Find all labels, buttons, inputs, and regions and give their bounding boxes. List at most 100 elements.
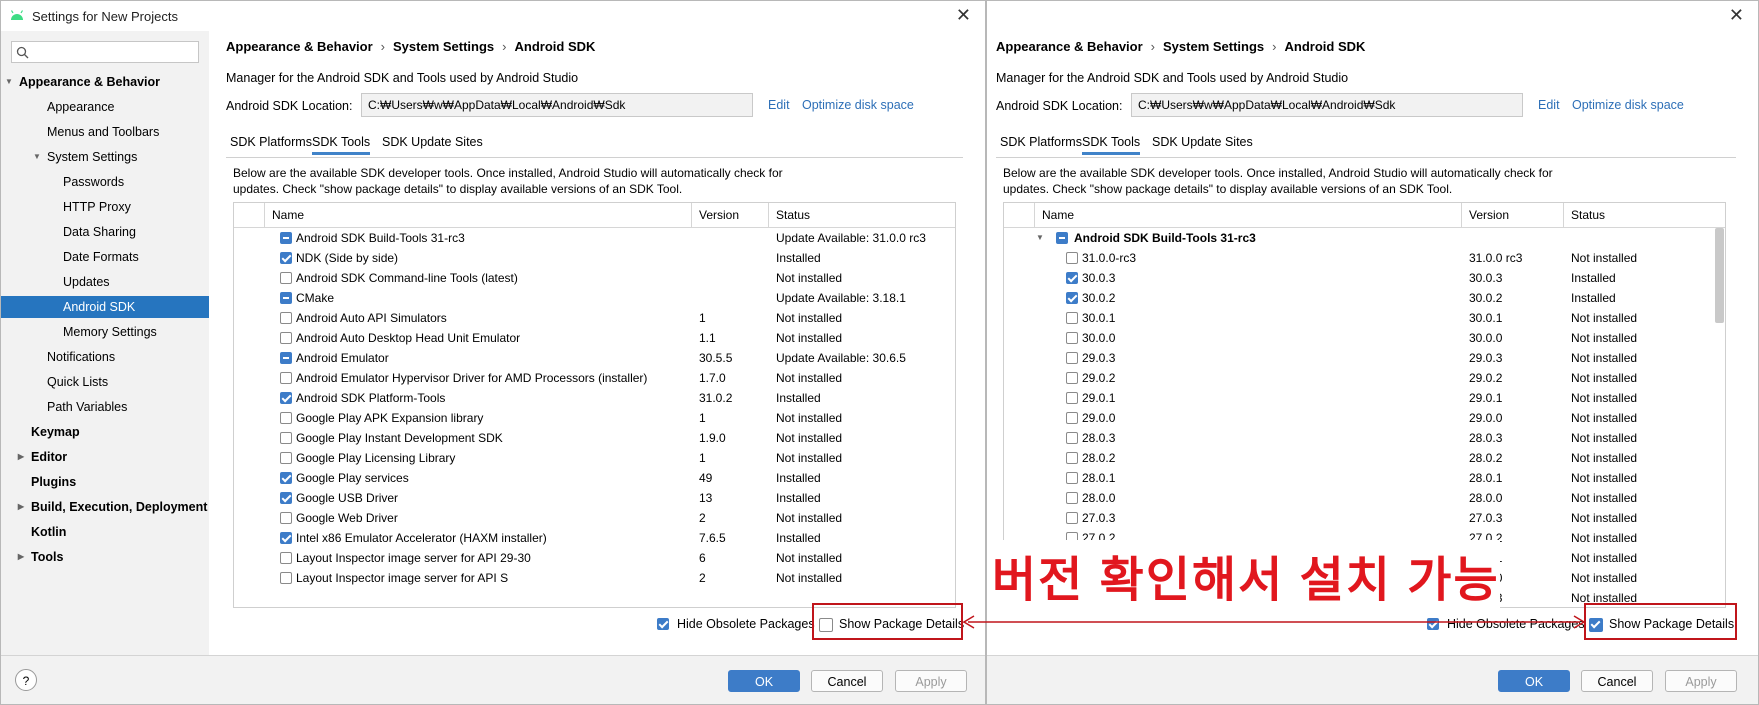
table-row[interactable]: Layout Inspector image server for API S 2… xyxy=(234,568,955,588)
table-row[interactable]: Android SDK Command-line Tools (latest) N… xyxy=(234,268,955,288)
sidebar-item[interactable]: Updates xyxy=(63,271,110,293)
table-row[interactable]: 28.0.1 28.0.1 Not installed xyxy=(1004,468,1725,488)
sidebar-item[interactable]: Date Formats xyxy=(63,246,139,268)
column-name[interactable]: Name xyxy=(272,208,304,222)
breadcrumb-item[interactable]: Appearance & Behavior xyxy=(226,39,373,54)
sidebar-item[interactable]: ▶ Tools xyxy=(18,546,63,568)
row-checkbox[interactable] xyxy=(280,492,292,504)
column-status[interactable]: Status xyxy=(776,208,810,222)
row-checkbox[interactable] xyxy=(280,292,292,304)
row-checkbox[interactable] xyxy=(1066,252,1078,264)
row-checkbox[interactable] xyxy=(1066,412,1078,424)
column-version[interactable]: Version xyxy=(699,208,739,222)
row-checkbox[interactable] xyxy=(1066,372,1078,384)
show-package-details-checkbox[interactable] xyxy=(1589,618,1603,632)
apply-button[interactable]: Apply xyxy=(1665,670,1737,692)
chevron-right-icon[interactable]: ▶ xyxy=(15,546,27,568)
table-row[interactable]: CMake Update Available: 3.18.1 xyxy=(234,288,955,308)
row-checkbox[interactable] xyxy=(1066,392,1078,404)
sidebar-item[interactable]: Appearance xyxy=(47,96,114,118)
table-row[interactable]: 29.0.0 29.0.0 Not installed xyxy=(1004,408,1725,428)
close-icon[interactable]: ✕ xyxy=(956,5,971,26)
table-row[interactable]: Google Play Licensing Library 1 Not instal… xyxy=(234,448,955,468)
table-row[interactable]: Android Auto Desktop Head Unit Emulator 1… xyxy=(234,328,955,348)
table-row[interactable]: NDK (Side by side) Installed xyxy=(234,248,955,268)
table-row[interactable]: 27.0.3 27.0.3 Not installed xyxy=(1004,508,1725,528)
hide-obsolete-checkbox[interactable] xyxy=(657,618,669,630)
tab-sdk-platforms[interactable]: SDK Platforms xyxy=(1000,135,1082,149)
group-checkbox[interactable] xyxy=(1056,232,1068,244)
sidebar-item[interactable]: Data Sharing xyxy=(63,221,136,243)
scrollbar-thumb[interactable] xyxy=(1715,228,1724,323)
sidebar-item[interactable]: Keymap xyxy=(31,421,80,443)
row-checkbox[interactable] xyxy=(280,412,292,424)
table-row[interactable]: Android Auto API Simulators 1 Not installe… xyxy=(234,308,955,328)
row-checkbox[interactable] xyxy=(1066,292,1078,304)
table-group-row[interactable]: ▼ Android SDK Build-Tools 31-rc3 xyxy=(1004,228,1725,248)
breadcrumb-item[interactable]: System Settings xyxy=(1163,39,1264,54)
row-checkbox[interactable] xyxy=(1066,472,1078,484)
row-checkbox[interactable] xyxy=(280,332,292,344)
row-checkbox[interactable] xyxy=(280,312,292,324)
tab-sdk-tools[interactable]: SDK Tools xyxy=(1082,135,1141,155)
row-checkbox[interactable] xyxy=(280,252,292,264)
sidebar-item[interactable]: Plugins xyxy=(31,471,76,493)
sidebar-item[interactable]: Android SDK xyxy=(1,296,209,318)
optimize-disk-space-link[interactable]: Optimize disk space xyxy=(1572,98,1684,112)
apply-button[interactable]: Apply xyxy=(895,670,967,692)
sidebar-item[interactable]: Notifications xyxy=(47,346,115,368)
sidebar-item[interactable]: Memory Settings xyxy=(63,321,157,343)
row-checkbox[interactable] xyxy=(280,512,292,524)
tab-sdk-update-sites[interactable]: SDK Update Sites xyxy=(382,135,483,149)
ok-button[interactable]: OK xyxy=(728,670,800,692)
table-row[interactable]: Layout Inspector image server for API 29… xyxy=(234,548,955,568)
table-row[interactable]: Google Web Driver 2 Not installed xyxy=(234,508,955,528)
search-input[interactable] xyxy=(11,41,199,63)
row-checkbox[interactable] xyxy=(1066,332,1078,344)
cancel-button[interactable]: Cancel xyxy=(1581,670,1653,692)
chevron-down-icon[interactable]: ▼ xyxy=(1036,228,1044,248)
row-checkbox[interactable] xyxy=(280,472,292,484)
row-checkbox[interactable] xyxy=(280,452,292,464)
row-checkbox[interactable] xyxy=(280,352,292,364)
row-checkbox[interactable] xyxy=(1066,492,1078,504)
column-version[interactable]: Version xyxy=(1469,208,1509,222)
tab-sdk-update-sites[interactable]: SDK Update Sites xyxy=(1152,135,1253,149)
show-package-details-checkbox[interactable] xyxy=(819,618,833,632)
row-checkbox[interactable] xyxy=(280,532,292,544)
sdk-location-field[interactable]: C:₩Users₩w₩AppData₩Local₩Android₩Sdk xyxy=(1131,93,1523,117)
row-checkbox[interactable] xyxy=(280,572,292,584)
close-icon[interactable]: ✕ xyxy=(1729,5,1744,26)
table-row[interactable]: Google Play Instant Development SDK 1.9.0… xyxy=(234,428,955,448)
sidebar-item[interactable]: ▶ Editor xyxy=(18,446,67,468)
table-row[interactable]: 28.0.0 28.0.0 Not installed xyxy=(1004,488,1725,508)
table-row[interactable]: Android Emulator Hypervisor Driver for A… xyxy=(234,368,955,388)
row-checkbox[interactable] xyxy=(1066,352,1078,364)
table-row[interactable]: Intel x86 Emulator Accelerator (HAXM ins… xyxy=(234,528,955,548)
table-row[interactable]: 29.0.1 29.0.1 Not installed xyxy=(1004,388,1725,408)
table-row[interactable]: Google USB Driver 13 Installed xyxy=(234,488,955,508)
row-checkbox[interactable] xyxy=(1066,312,1078,324)
row-checkbox[interactable] xyxy=(280,272,292,284)
tab-sdk-platforms[interactable]: SDK Platforms xyxy=(230,135,312,149)
sidebar-item[interactable]: Menus and Toolbars xyxy=(47,121,159,143)
sidebar-item[interactable]: Quick Lists xyxy=(47,371,108,393)
cancel-button[interactable]: Cancel xyxy=(811,670,883,692)
table-row[interactable]: 29.0.2 29.0.2 Not installed xyxy=(1004,368,1725,388)
edit-link[interactable]: Edit xyxy=(1538,98,1560,112)
breadcrumb-item[interactable]: System Settings xyxy=(393,39,494,54)
row-checkbox[interactable] xyxy=(280,372,292,384)
sidebar-item[interactable]: ▶ Build, Execution, Deployment xyxy=(18,496,208,518)
chevron-right-icon[interactable]: ▶ xyxy=(15,446,27,468)
row-checkbox[interactable] xyxy=(1066,512,1078,524)
table-row[interactable]: Android SDK Platform-Tools 31.0.2 Installe… xyxy=(234,388,955,408)
table-row[interactable]: 30.0.0 30.0.0 Not installed xyxy=(1004,328,1725,348)
column-name[interactable]: Name xyxy=(1042,208,1074,222)
sidebar-item[interactable]: ▼ System Settings xyxy=(33,146,137,168)
chevron-right-icon[interactable]: ▶ xyxy=(15,496,27,518)
row-checkbox[interactable] xyxy=(280,232,292,244)
row-checkbox[interactable] xyxy=(1066,272,1078,284)
sidebar-item[interactable]: Passwords xyxy=(63,171,124,193)
edit-link[interactable]: Edit xyxy=(768,98,790,112)
sidebar-item[interactable]: HTTP Proxy xyxy=(63,196,131,218)
